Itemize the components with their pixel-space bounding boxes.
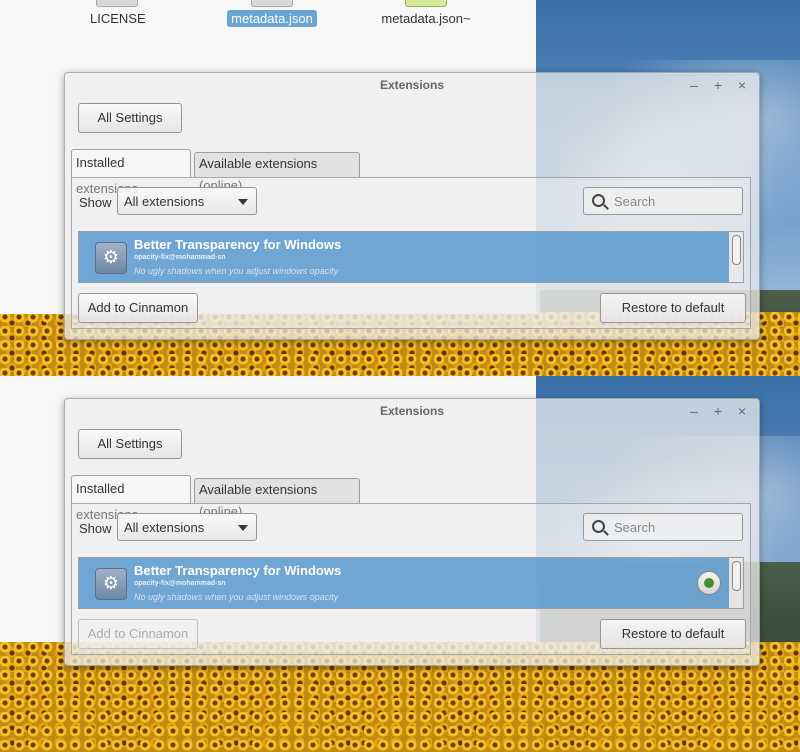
scrollbar-thumb[interactable] <box>732 561 741 591</box>
add-to-cinnamon-button[interactable]: Add to Cinnamon <box>78 619 198 649</box>
search-placeholder: Search <box>614 520 656 535</box>
show-filter-dropdown[interactable]: All extensions <box>117 513 257 541</box>
show-label: Show <box>79 195 112 210</box>
window-title: Extensions <box>379 78 445 92</box>
minimize-icon[interactable]: – <box>685 402 703 420</box>
tab-available[interactable]: Available extensions (online) <box>194 152 360 193</box>
desktop-bottom: Extensions – + × All Settings Installed … <box>0 376 800 752</box>
file-metadata-json-backup[interactable]: metadata.json~ <box>376 0 476 26</box>
window-title: Extensions <box>379 404 445 418</box>
tab-installed[interactable]: Installed extensions <box>71 475 191 522</box>
search-input[interactable]: Search <box>583 187 743 215</box>
chevron-down-icon <box>238 525 248 531</box>
extension-description: No ugly shadows when you adjust windows … <box>134 266 339 276</box>
extension-uuid: opacity-fix@mohammad-sn <box>134 254 226 261</box>
search-input[interactable]: Search <box>583 513 743 541</box>
gear-icon: ⚙ <box>95 568 127 600</box>
file-icon <box>96 0 138 7</box>
dropdown-value: All extensions <box>124 194 205 209</box>
restore-default-button[interactable]: Restore to default <box>600 293 746 323</box>
titlebar[interactable]: Extensions – + × <box>65 399 759 425</box>
search-icon <box>592 520 605 533</box>
restore-default-button[interactable]: Restore to default <box>600 619 746 649</box>
extension-name: Better Transparency for Windows <box>134 237 342 252</box>
desktop-top: LICENSE metadata.json metadata.json~ Ext… <box>0 0 800 376</box>
file-metadata-json[interactable]: metadata.json <box>222 0 322 27</box>
scrollbar-thumb[interactable] <box>732 235 741 265</box>
all-settings-button[interactable]: All Settings <box>78 429 182 459</box>
add-to-cinnamon-button[interactable]: Add to Cinnamon <box>78 293 198 323</box>
list-item[interactable]: ⚙ Better Transparency for Windows opacit… <box>79 232 729 282</box>
list-scrollbar[interactable] <box>729 232 743 282</box>
search-placeholder: Search <box>614 194 656 209</box>
tab-available[interactable]: Available extensions (online) <box>194 478 360 519</box>
extension-name: Better Transparency for Windows <box>134 563 342 578</box>
all-settings-button[interactable]: All Settings <box>78 103 182 133</box>
extensions-window: Extensions – + × All Settings Installed … <box>64 398 760 666</box>
file-icon <box>405 0 447 7</box>
extension-list: ⚙ Better Transparency for Windows opacit… <box>78 557 744 609</box>
maximize-icon[interactable]: + <box>709 402 727 420</box>
chevron-down-icon <box>238 199 248 205</box>
search-icon <box>592 194 605 207</box>
close-icon[interactable]: × <box>733 402 751 420</box>
file-label: metadata.json <box>227 10 317 27</box>
extensions-window: Extensions – + × All Settings Installed … <box>64 72 760 340</box>
active-radio-indicator[interactable] <box>697 571 721 595</box>
file-license[interactable]: LICENSE <box>86 0 148 26</box>
extension-uuid: opacity-fix@mohammad-sn <box>134 580 226 587</box>
extension-list: ⚙ Better Transparency for Windows opacit… <box>78 231 744 283</box>
list-scrollbar[interactable] <box>729 558 743 608</box>
tab-installed[interactable]: Installed extensions <box>71 149 191 196</box>
minimize-icon[interactable]: – <box>685 76 703 94</box>
gear-icon: ⚙ <box>95 242 127 274</box>
file-label: LICENSE <box>90 11 146 26</box>
file-label: metadata.json~ <box>381 11 471 26</box>
close-icon[interactable]: × <box>733 76 751 94</box>
list-item[interactable]: ⚙ Better Transparency for Windows opacit… <box>79 558 729 608</box>
maximize-icon[interactable]: + <box>709 76 727 94</box>
extension-description: No ugly shadows when you adjust windows … <box>134 592 339 602</box>
show-filter-dropdown[interactable]: All extensions <box>117 187 257 215</box>
show-label: Show <box>79 521 112 536</box>
titlebar[interactable]: Extensions – + × <box>65 73 759 99</box>
dropdown-value: All extensions <box>124 520 205 535</box>
file-icon <box>251 0 293 7</box>
